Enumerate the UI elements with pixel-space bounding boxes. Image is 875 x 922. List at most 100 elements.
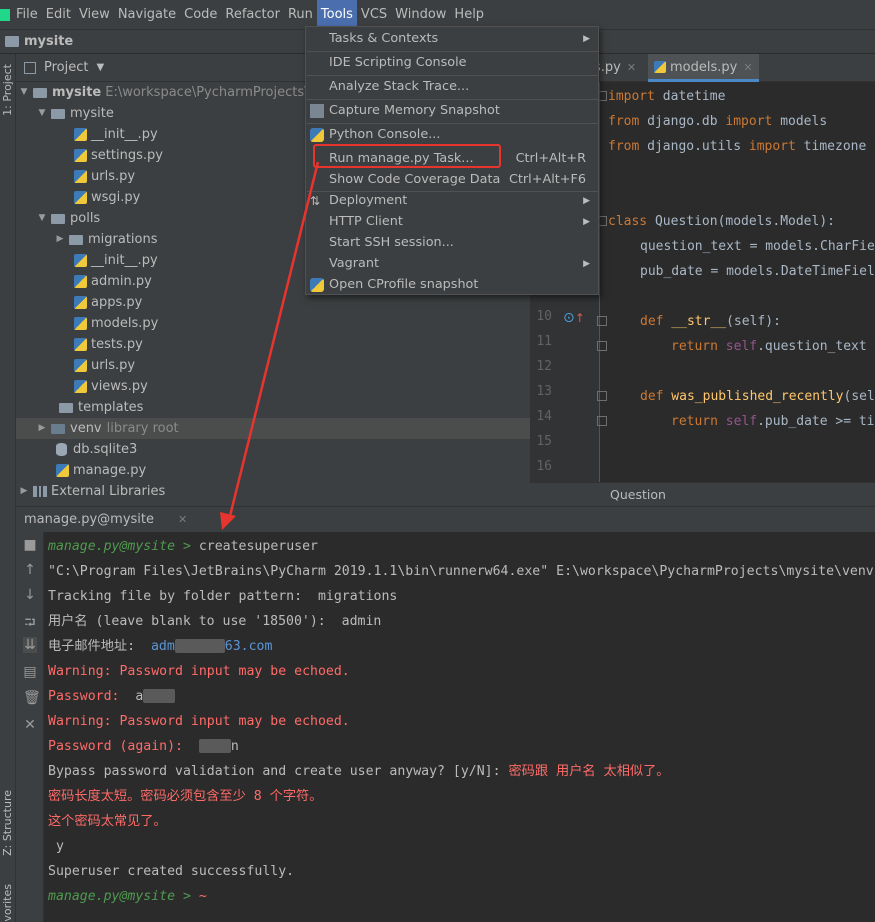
menu-code[interactable]: Code (180, 0, 221, 30)
tree-item-mysite-package[interactable]: ▼ mysite (36, 103, 114, 124)
tree-item-file[interactable]: __init__.py (74, 124, 158, 145)
run-tab-manage[interactable]: manage.py@mysite ✕ (16, 507, 187, 533)
arrow-up-icon[interactable]: ↑ (23, 562, 37, 578)
tree-item-file[interactable]: wsgi.py (74, 187, 140, 208)
tree-item-file[interactable]: urls.py (74, 355, 135, 376)
console-line: 电子邮件地址: adm 63.com (48, 639, 273, 654)
console-warning: Warning: Password input may be echoed. (48, 714, 350, 729)
menu-file[interactable]: File (12, 0, 42, 30)
tree-item-polls[interactable]: ▼ polls (36, 208, 101, 229)
favorites-tool-tab[interactable]: vorites (1, 884, 14, 922)
menu-edit[interactable]: Edit (42, 0, 75, 30)
tree-item-templates[interactable]: templates (54, 397, 143, 418)
tree-item-file[interactable]: apps.py (74, 292, 142, 313)
trash-icon[interactable]: 🗑 (23, 690, 41, 706)
console-input-line[interactable]: manage.py@mysite > ~ (48, 884, 207, 909)
chevron-down-icon[interactable]: ▼ (96, 62, 104, 73)
tab-models[interactable]: models.py ✕ (648, 54, 759, 82)
python-file-icon (74, 275, 87, 288)
project-tool-tab[interactable]: 1: Project (1, 64, 14, 116)
redacted-text (174, 639, 225, 653)
code-line[interactable]: question_text = models.CharFie (640, 234, 875, 259)
tree-item-file[interactable]: urls.py (74, 166, 135, 187)
code-line[interactable]: class Question(models.Model): (608, 209, 835, 234)
breadcrumb-project[interactable]: mysite (24, 34, 73, 49)
fold-icon[interactable] (597, 341, 607, 351)
python-file-icon (74, 338, 87, 351)
line-number: 15 (536, 434, 552, 449)
fold-icon[interactable] (597, 316, 607, 326)
close-icon[interactable]: ✕ (178, 513, 187, 526)
menu-item-tasks-contexts[interactable]: Tasks & Contexts ▶ (306, 27, 598, 51)
folder-icon (51, 108, 65, 119)
menu-item-analyze-stack-trace[interactable]: Analyze Stack Trace... (306, 75, 598, 99)
chevron-right-icon[interactable]: ▶ (36, 418, 48, 439)
scroll-to-end-icon[interactable]: ⇊ (23, 637, 37, 653)
chevron-down-icon[interactable]: ▼ (18, 82, 30, 103)
tree-item-db[interactable]: db.sqlite3 (56, 439, 137, 460)
chevron-down-icon[interactable]: ▼ (36, 208, 48, 229)
tree-item-file[interactable]: views.py (74, 376, 148, 397)
python-file-icon (74, 380, 87, 393)
left-tool-strip: 1: Project Z: Structure vorites (0, 54, 16, 922)
tree-item-mysite-root[interactable]: ▼ mysite E:\workspace\PycharmProjects\my (18, 82, 329, 103)
chevron-down-icon[interactable]: ▼ (36, 103, 48, 124)
python-file-icon (56, 464, 69, 477)
folder-icon (51, 423, 65, 434)
arrow-down-icon[interactable]: ↓ (23, 587, 37, 603)
code-line[interactable]: from django.utils import timezone (608, 134, 866, 159)
python-file-icon (74, 317, 87, 330)
tree-item-external-libraries[interactable]: ▶ External Libraries (18, 481, 166, 502)
folder-icon (33, 87, 47, 98)
tree-item-file[interactable]: admin.py (74, 271, 152, 292)
tree-item-file[interactable]: models.py (74, 313, 158, 334)
chevron-right-icon[interactable]: ▶ (18, 481, 30, 502)
code-line[interactable]: def was_published_recently(sel (640, 384, 875, 409)
code-line[interactable]: return self.question_text (671, 334, 867, 359)
console-line: y (48, 839, 64, 854)
tree-item-migrations[interactable]: ▶ migrations (54, 229, 158, 250)
folder-icon (5, 36, 19, 47)
line-number: 10 (536, 309, 552, 324)
python-file-icon (74, 170, 87, 183)
print-icon[interactable]: ▤ (23, 664, 37, 680)
tree-item-venv[interactable]: ▶ venv library root (16, 418, 530, 439)
python-icon (310, 278, 324, 292)
database-icon (56, 443, 67, 456)
menu-view[interactable]: View (75, 0, 114, 30)
editor-breadcrumb[interactable]: Question (530, 482, 875, 506)
tree-item-file[interactable]: manage.py (56, 460, 146, 481)
code-line[interactable]: pub_date = models.DateTimeFiel (640, 259, 875, 284)
line-number: 13 (536, 384, 552, 399)
fold-icon[interactable] (597, 391, 607, 401)
python-file-icon (74, 296, 87, 309)
menu-item-ide-scripting-console[interactable]: IDE Scripting Console (306, 51, 598, 75)
run-toolbar: ■ ↑ ↓ ⮒ ⇊ ▤ 🗑 ✕ (16, 532, 44, 922)
menu-item-open-cprofile[interactable]: Open CProfile snapshot (306, 273, 598, 297)
chevron-right-icon[interactable]: ▶ (54, 229, 66, 250)
menu-navigate[interactable]: Navigate (114, 0, 180, 30)
close-icon[interactable]: ✕ (743, 61, 752, 74)
tree-item-file[interactable]: tests.py (74, 334, 143, 355)
console-output[interactable]: manage.py@mysite > createsuperuser "C:\P… (44, 532, 875, 922)
menu-item-capture-memory-snapshot[interactable]: Capture Memory Snapshot (306, 99, 598, 123)
pycharm-app-icon (0, 8, 10, 21)
menu-refactor[interactable]: Refactor (221, 0, 284, 30)
override-icon[interactable]: ⊙↑ (563, 310, 585, 326)
close-icon[interactable]: ✕ (627, 61, 636, 74)
code-line[interactable]: from django.db import models (608, 109, 827, 134)
stop-icon[interactable]: ■ (23, 537, 37, 553)
close-icon[interactable]: ✕ (23, 717, 37, 733)
soft-wrap-icon[interactable]: ⮒ (23, 612, 37, 636)
memory-snapshot-icon (310, 104, 324, 118)
line-number: 11 (536, 334, 552, 349)
tree-item-file[interactable]: settings.py (74, 145, 163, 166)
code-line[interactable]: import datetime (608, 84, 725, 109)
console-line: Bypass password validation and create us… (48, 764, 670, 779)
fold-icon[interactable] (597, 416, 607, 426)
code-line[interactable]: return self.pub_date >= ti (671, 409, 875, 434)
code-line[interactable]: def __str__(self): (640, 309, 781, 334)
structure-tool-tab[interactable]: Z: Structure (1, 790, 14, 856)
tree-item-file[interactable]: __init__.py (74, 250, 158, 271)
project-view-selector[interactable]: Project (44, 60, 88, 75)
